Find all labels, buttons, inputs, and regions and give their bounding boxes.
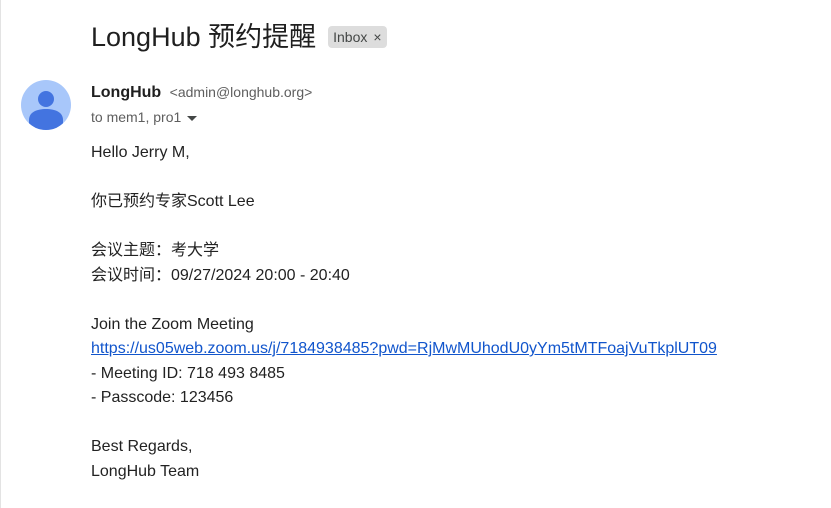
sender-row: LongHub <admin@longhub.org> [91,81,312,104]
body-passcode: - Passcode: 123456 [91,389,234,406]
body-meeting-id: - Meeting ID: 718 493 8485 [91,364,285,382]
body-signature: LongHub Team [91,462,200,480]
left-divider [0,0,1,508]
body-booked-expert: 你已预约专家Scott Lee [91,193,255,210]
body-meeting-topic: 会议主题：考大学 [91,242,220,259]
body-join-zoom: Join the Zoom Meeting [91,315,254,333]
subject-row: LongHub 预约提醒 Inbox × [91,18,387,56]
recipients-row[interactable]: to mem1, pro1 [91,107,198,127]
sender-email: <admin@longhub.org> [169,84,313,100]
sender-name[interactable]: LongHub [91,84,161,101]
body-closing: Best Regards, [91,438,193,455]
recipients-text: to mem1, pro1 [91,109,182,125]
email-subject: LongHub 预约提醒 [91,22,317,52]
body-meeting-time: 会议时间：09/27/2024 20:00 - 20:40 [91,266,350,284]
inbox-label-chip[interactable]: Inbox × [328,26,387,48]
body-greeting: Hello Jerry M, [91,144,190,161]
zoom-meeting-link[interactable]: https://us05web.zoom.us/j/7184938485?pwd… [91,340,717,357]
person-icon [29,91,63,130]
show-details-dropdown-icon[interactable] [187,115,198,121]
sender-avatar[interactable] [21,80,71,130]
email-body: Hello Jerry M, 你已预约专家Scott Lee 会议主题：考大学 … [91,141,717,484]
body-link-line: https://us05web.zoom.us/j/7184938485?pwd… [91,337,717,362]
label-chip-text: Inbox [333,29,368,45]
remove-label-icon[interactable]: × [373,29,381,45]
